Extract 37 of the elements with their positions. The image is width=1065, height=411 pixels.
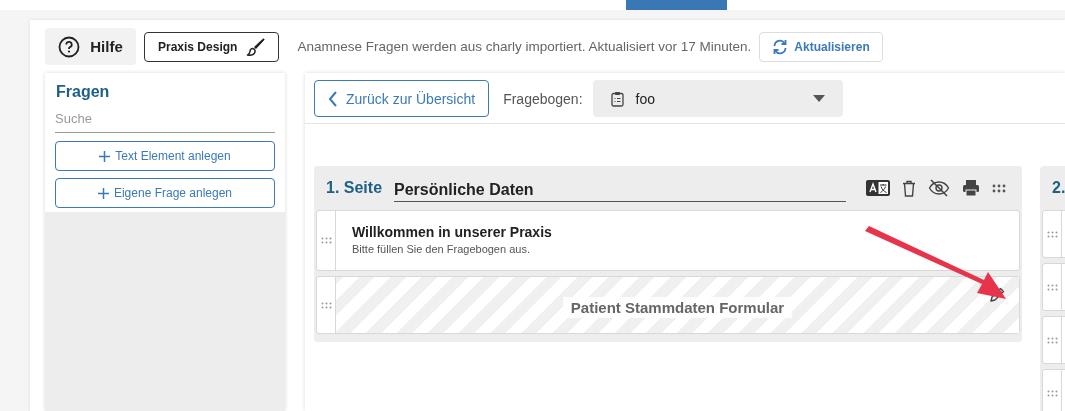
question-element[interactable]: Patient Stammdaten Formular xyxy=(316,276,1020,334)
element-title: Willkommen in unserer Praxis xyxy=(352,224,553,240)
clipboard-icon xyxy=(610,90,624,107)
brush-icon xyxy=(246,36,267,57)
add-button[interactable]: Text Element anlegen xyxy=(55,141,275,171)
panel-title: Fragen xyxy=(55,83,111,101)
chevron-left-icon xyxy=(328,90,338,107)
print-icon[interactable] xyxy=(962,179,980,197)
praxis-design-button[interactable]: Praxis Design xyxy=(144,31,280,62)
translate-icon[interactable] xyxy=(866,180,890,196)
page-number: 1. Seite xyxy=(326,179,383,197)
drag-handle-icon[interactable] xyxy=(1046,283,1058,291)
page-number: 2. xyxy=(1052,179,1065,197)
form-title: Patient Stammdaten Formular xyxy=(562,296,793,318)
help-icon xyxy=(58,35,81,58)
refresh-icon xyxy=(772,38,789,55)
trash-icon[interactable] xyxy=(902,179,916,197)
element-subtitle: Bitte füllen Sie den Fragebogen aus. xyxy=(352,243,531,255)
eye-slash-icon[interactable] xyxy=(928,179,950,197)
refresh-button[interactable]: Aktualisieren xyxy=(759,31,883,62)
drag-handle-icon[interactable] xyxy=(1046,389,1058,397)
help-button[interactable]: Hilfe xyxy=(45,28,136,65)
drag-handle-icon[interactable] xyxy=(1046,230,1058,238)
question-element[interactable]: Willkommen in unserer Praxis Bitte füllen Sie den Fragebogen aus. xyxy=(316,210,1020,271)
back-button[interactable]: Zurück zur Übersicht xyxy=(314,80,490,117)
page-title-field[interactable]: Persönliche Daten xyxy=(394,174,846,202)
questionnaire-select[interactable]: foo xyxy=(592,80,843,117)
drag-handle-icon[interactable] xyxy=(992,183,1006,193)
dropdown-caret-icon xyxy=(812,95,825,102)
add-button[interactable]: Eigene Frage anlegen xyxy=(55,178,275,208)
drag-handle-icon[interactable] xyxy=(320,301,332,309)
plus-icon xyxy=(99,150,111,162)
plus-icon xyxy=(97,187,109,199)
questionnaire-label: Fragebogen: xyxy=(503,90,583,107)
import-info-text: Anamnese Fragen werden aus charly importiert. Aktualisiert vor 17 Minuten. xyxy=(297,39,752,54)
drag-handle-icon[interactable] xyxy=(320,237,332,244)
drag-handle-icon[interactable] xyxy=(1046,336,1058,344)
